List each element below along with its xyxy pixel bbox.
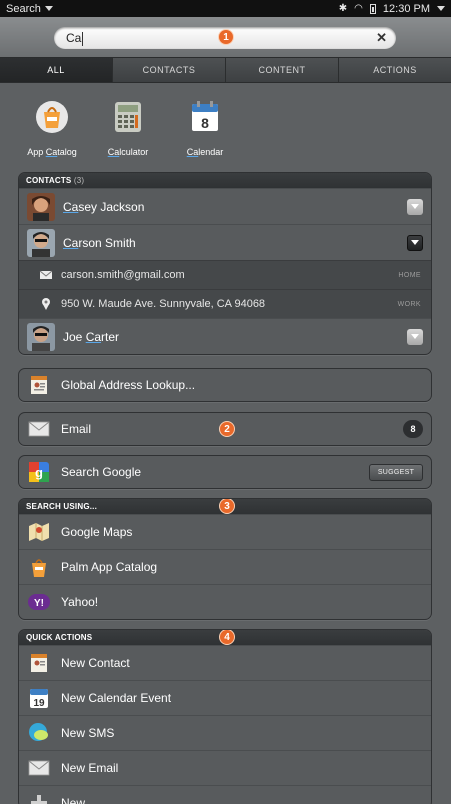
calculator-launcher[interactable]: Calculator xyxy=(93,100,163,157)
tab-all[interactable]: ALL xyxy=(0,58,112,82)
plus-icon xyxy=(31,795,47,804)
chevron-down-icon xyxy=(44,6,53,11)
app-label: Calendar xyxy=(186,147,224,157)
svg-text:g: g xyxy=(35,465,43,480)
text-cursor xyxy=(82,31,84,46)
contact-name: Joe Carter xyxy=(63,329,120,344)
email-count: 8 xyxy=(403,420,423,438)
app-results: App Catalog Calculator 8 Calendar xyxy=(0,100,451,160)
quick-action-new-sms[interactable]: New SMS xyxy=(19,715,431,750)
contacts-group: CONTACTS (3) Casey Jackson Carson Smith … xyxy=(18,172,432,355)
status-indicators[interactable]: ✱ ◠ 12:30 PM xyxy=(339,3,445,15)
callout-badge-4: 4 xyxy=(219,630,235,645)
calendar-event-icon: 19 xyxy=(30,689,48,709)
sms-icon xyxy=(29,723,48,741)
search-query: Ca xyxy=(66,31,82,45)
bluetooth-icon: ✱ xyxy=(338,2,348,14)
row-label: New Email xyxy=(61,761,119,775)
envelope-icon xyxy=(28,760,50,776)
quick-action-new-more[interactable]: New... xyxy=(19,785,431,804)
search-google-group: g Search Google SUGGEST xyxy=(18,455,432,489)
status-bar: Search ✱ ◠ 12:30 PM xyxy=(0,0,451,17)
row-label: New... xyxy=(61,796,95,804)
expand-button[interactable] xyxy=(407,198,423,215)
detail-tag: HOME xyxy=(398,271,421,279)
contact-detail-email[interactable]: carson.smith@gmail.com HOME xyxy=(19,260,431,289)
contact-avatar xyxy=(27,228,55,257)
search-using-yahoo[interactable]: Y! Yahoo! xyxy=(19,584,431,619)
search-using-palm-app-catalog[interactable]: Palm App Catalog xyxy=(19,549,431,584)
callout-badge-2: 2 xyxy=(219,421,235,437)
clock: 12:30 PM xyxy=(382,2,430,15)
yahoo-icon: Y! xyxy=(28,594,50,610)
app-label: Calculator xyxy=(107,147,149,157)
tab-contacts[interactable]: CONTACTS xyxy=(112,58,225,82)
google-maps-icon xyxy=(29,523,49,541)
app-menu-label: Search xyxy=(6,2,41,15)
global-address-lookup-group: Global Address Lookup... xyxy=(18,368,432,402)
search-google-row[interactable]: g Search Google SUGGEST xyxy=(19,456,431,488)
quick-action-new-calendar-event[interactable]: 19 New Calendar Event xyxy=(19,680,431,715)
palm-app-catalog-icon xyxy=(32,559,46,577)
row-label: New Calendar Event xyxy=(61,691,172,705)
quick-action-new-contact[interactable]: New Contact xyxy=(19,645,431,680)
map-pin-icon xyxy=(42,298,50,310)
contact-avatar xyxy=(27,322,55,351)
group-header: CONTACTS (3) xyxy=(19,173,431,188)
envelope-icon xyxy=(39,270,53,279)
calculator-icon xyxy=(115,102,141,132)
contact-row[interactable]: Casey Jackson xyxy=(19,188,431,224)
clear-icon[interactable]: ✕ xyxy=(376,27,387,49)
google-icon: g xyxy=(29,462,49,482)
contact-avatar xyxy=(27,192,55,221)
row-label: New SMS xyxy=(61,726,115,740)
collapse-button[interactable] xyxy=(407,234,423,251)
contact-name: Casey Jackson xyxy=(63,199,145,214)
row-label: New Contact xyxy=(61,656,130,670)
new-contact-icon xyxy=(31,654,47,672)
app-menu[interactable]: Search xyxy=(6,3,53,15)
email-group: Email 8 2 xyxy=(18,412,432,446)
tab-actions[interactable]: ACTIONS xyxy=(338,58,451,82)
wifi-icon: ◠ xyxy=(354,2,363,14)
expand-button[interactable] xyxy=(407,328,423,345)
callout-badge-3: 3 xyxy=(219,499,235,514)
search-header: Ca ✕ 1 xyxy=(0,17,451,57)
search-using-group: SEARCH USING... Google Maps Palm App Cat… xyxy=(18,498,432,620)
battery-icon xyxy=(369,3,376,14)
calendar-icon: 8 xyxy=(192,101,218,131)
svg-text:8: 8 xyxy=(201,115,209,131)
row-label: Yahoo! xyxy=(61,595,99,609)
calendar-launcher[interactable]: 8 Calendar xyxy=(170,100,240,157)
contact-detail-address[interactable]: 950 W. Maude Ave. Sunnyvale, CA 94068 WO… xyxy=(19,289,431,318)
row-label: Global Address Lookup... xyxy=(61,378,196,392)
contact-row[interactable]: Carson Smith xyxy=(19,224,431,260)
row-label: Palm App Catalog xyxy=(61,560,158,574)
chevron-down-icon xyxy=(411,240,419,245)
row-label: Google Maps xyxy=(61,525,133,539)
global-address-lookup-row[interactable]: Global Address Lookup... xyxy=(19,369,431,401)
chevron-down-icon xyxy=(411,204,419,209)
address-book-icon xyxy=(31,376,47,394)
quick-actions-group: QUICK ACTIONS New Contact 19 New Calenda… xyxy=(18,629,432,804)
chevron-down-icon xyxy=(411,334,419,339)
contact-row[interactable]: Joe Carter xyxy=(19,318,431,354)
row-label: Search Google xyxy=(61,465,142,479)
row-label: Email xyxy=(61,422,92,436)
svg-text:19: 19 xyxy=(33,698,45,709)
contact-name: Carson Smith xyxy=(63,235,136,250)
callout-badge-1: 1 xyxy=(218,29,234,45)
app-catalog-launcher[interactable]: App Catalog xyxy=(17,100,87,157)
app-label: App Catalog xyxy=(27,147,77,157)
detail-tag: WORK xyxy=(397,300,421,308)
quick-action-new-email[interactable]: New Email xyxy=(19,750,431,785)
envelope-icon xyxy=(28,421,50,437)
tab-content[interactable]: CONTENT xyxy=(225,58,338,82)
filter-tabs: ALL CONTACTS CONTENT ACTIONS xyxy=(0,57,451,83)
chevron-down-icon xyxy=(437,6,445,11)
app-catalog-icon xyxy=(36,101,68,133)
search-using-google-maps[interactable]: Google Maps xyxy=(19,514,431,549)
suggest-button[interactable]: SUGGEST xyxy=(369,463,423,481)
svg-text:Y!: Y! xyxy=(34,598,44,609)
